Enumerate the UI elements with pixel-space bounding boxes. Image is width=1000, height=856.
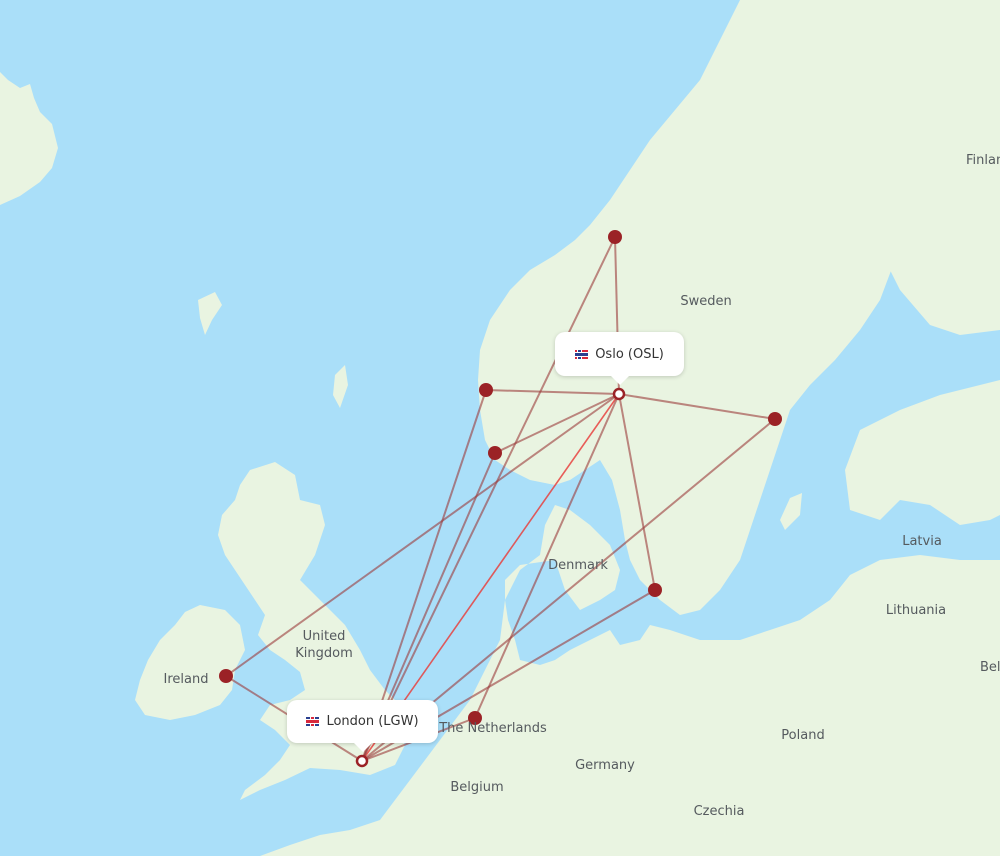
label-poland: Poland (781, 728, 824, 743)
airport-marker-stockholm[interactable] (768, 412, 782, 426)
airport-marker-trondheim[interactable] (608, 230, 622, 244)
destination-label: Oslo (OSL) (595, 346, 664, 362)
label-united: United (303, 629, 346, 644)
airport-marker-bergen[interactable] (479, 383, 493, 397)
label-netherlands: The Netherlands (438, 721, 547, 736)
origin-label: London (LGW) (326, 714, 419, 729)
airport-marker-copenhagen[interactable] (648, 583, 662, 597)
label-belarus: Bel (980, 660, 1000, 675)
uk-flag-icon (306, 717, 320, 726)
label-belgium: Belgium (450, 780, 503, 795)
label-sweden: Sweden (680, 294, 731, 309)
label-germany: Germany (575, 758, 635, 773)
norway-flag-icon (575, 349, 589, 359)
airport-marker-stavanger[interactable] (488, 446, 502, 460)
label-denmark: Denmark (548, 558, 608, 573)
airport-marker-oslo[interactable] (612, 387, 626, 401)
label-czechia: Czechia (694, 804, 745, 819)
origin-callout[interactable]: London (LGW) (287, 700, 438, 752)
label-lithuania: Lithuania (886, 603, 946, 618)
label-latvia: Latvia (902, 534, 942, 549)
label-finland: Finland (966, 153, 1000, 168)
destination-callout[interactable]: Oslo (OSL) (555, 332, 684, 385)
route-map[interactable]: Sweden Finland Latvia Lithuania Denmark … (0, 0, 1000, 856)
label-kingdom: Kingdom (295, 646, 353, 661)
airport-marker-dublin[interactable] (219, 669, 233, 683)
airport-marker-london[interactable] (355, 754, 369, 768)
label-ireland: Ireland (164, 672, 209, 687)
